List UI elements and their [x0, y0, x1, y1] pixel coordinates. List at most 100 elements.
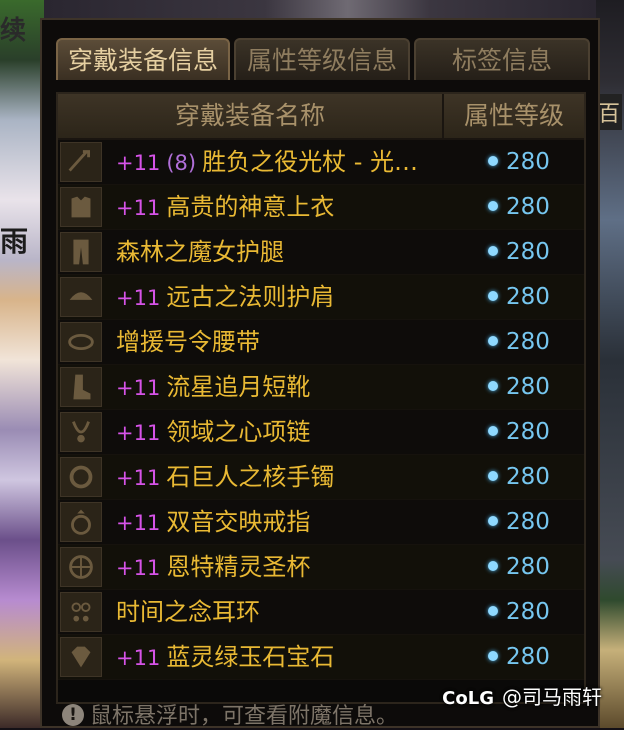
- equipment-name-text: 蓝灵绿玉石宝石: [166, 643, 335, 671]
- equipment-name-text: 时间之念耳环: [116, 598, 260, 626]
- level-dot-icon: [488, 515, 498, 526]
- background-left-text-mid: 雨: [0, 225, 29, 258]
- reinforce-level: +11: [116, 556, 161, 580]
- attribute-level-value: 280: [506, 599, 550, 625]
- tab-attribute-level[interactable]: 属性等级信息: [234, 38, 410, 80]
- equipment-list: +11 (8) 胜负之役光杖 - 光… 280 +11 高贵的神意上衣 280 森林之魔女护腿…: [58, 140, 584, 680]
- attribute-level: 280: [488, 590, 550, 634]
- level-dot-icon: [488, 335, 498, 346]
- equipment-panel: 穿戴装备信息 属性等级信息 标签信息 穿戴装备名称 属性等级 +11 (8) 胜负之…: [40, 18, 600, 730]
- support-icon[interactable]: [60, 547, 102, 587]
- equipment-row[interactable]: +11 领域之心项链 280: [58, 410, 584, 455]
- equipment-name-text: 双音交映戒指: [166, 508, 311, 536]
- table-header: 穿戴装备名称 属性等级: [58, 94, 584, 140]
- equipment-row[interactable]: 增援号令腰带 280: [58, 320, 584, 365]
- attribute-level: 280: [488, 365, 550, 409]
- equipment-row[interactable]: +11 石巨人之核手镯 280: [58, 455, 584, 500]
- attribute-level: 280: [488, 320, 550, 364]
- reinforce-level: +11: [116, 466, 161, 490]
- column-header-name[interactable]: 穿戴装备名称: [58, 94, 444, 138]
- bracelet-icon[interactable]: [60, 457, 102, 497]
- equipment-name[interactable]: +11 石巨人之核手镯: [116, 455, 436, 499]
- equipment-row[interactable]: +11 远古之法则护肩 280: [58, 275, 584, 320]
- equipment-name-text: 远古之法则护肩: [166, 283, 335, 311]
- column-header-level[interactable]: 属性等级: [444, 94, 584, 138]
- reinforce-level: +11: [116, 151, 161, 175]
- level-dot-icon: [488, 425, 498, 436]
- equipment-row[interactable]: +11 双音交映戒指 280: [58, 500, 584, 545]
- shoulder-icon[interactable]: [60, 277, 102, 317]
- attribute-level: 280: [488, 275, 550, 319]
- attribute-level: 280: [488, 455, 550, 499]
- equipment-row[interactable]: +11 高贵的神意上衣 280: [58, 185, 584, 230]
- level-dot-icon: [488, 380, 498, 391]
- level-dot-icon: [488, 245, 498, 256]
- boots-icon[interactable]: [60, 367, 102, 407]
- equipment-name[interactable]: +11 恩特精灵圣杯: [116, 545, 436, 589]
- level-dot-icon: [488, 470, 498, 481]
- attribute-level-value: 280: [506, 644, 550, 670]
- equipment-row[interactable]: +11 恩特精灵圣杯 280: [58, 545, 584, 590]
- attribute-level: 280: [488, 635, 550, 679]
- attribute-level-value: 280: [506, 284, 550, 310]
- equipment-name[interactable]: +11 高贵的神意上衣: [116, 185, 436, 229]
- level-dot-icon: [488, 650, 498, 661]
- gem-icon[interactable]: [60, 637, 102, 677]
- equipment-name-text: 增援号令腰带: [116, 328, 260, 356]
- equipment-name-text: 高贵的神意上衣: [166, 193, 335, 221]
- equipment-name[interactable]: +11 流星追月短靴: [116, 365, 436, 409]
- attribute-level: 280: [488, 500, 550, 544]
- equipment-row[interactable]: +11 (8) 胜负之役光杖 - 光… 280: [58, 140, 584, 185]
- tab-bar: 穿戴装备信息 属性等级信息 标签信息: [56, 38, 590, 80]
- attribute-level-value: 280: [506, 464, 550, 490]
- equipment-row[interactable]: 森林之魔女护腿 280: [58, 230, 584, 275]
- equipment-name-text: 恩特精灵圣杯: [166, 553, 311, 581]
- colg-logo: CoLG: [442, 688, 494, 709]
- attribute-level-value: 280: [506, 194, 550, 220]
- attribute-level-value: 280: [506, 374, 550, 400]
- top-icon[interactable]: [60, 187, 102, 227]
- level-dot-icon: [488, 155, 498, 166]
- level-dot-icon: [488, 560, 498, 571]
- equipment-name[interactable]: +11 远古之法则护肩: [116, 275, 436, 319]
- reinforce-level: +11: [116, 421, 161, 445]
- equipment-row[interactable]: +11 蓝灵绿玉石宝石 280: [58, 635, 584, 680]
- attribute-level: 280: [488, 140, 550, 184]
- ring-icon[interactable]: [60, 502, 102, 542]
- equipment-row[interactable]: 时间之念耳环 280: [58, 590, 584, 635]
- equipment-name-text: 流星追月短靴: [166, 373, 311, 401]
- equipment-name-text: 石巨人之核手镯: [166, 463, 335, 491]
- watermark: CoLG @司马雨轩: [442, 684, 602, 710]
- reinforce-level: +11: [116, 286, 161, 310]
- necklace-icon[interactable]: [60, 412, 102, 452]
- info-icon: !: [62, 704, 84, 726]
- hint-text: 鼠标悬浮时，可查看附魔信息。: [90, 704, 399, 729]
- weapon-icon[interactable]: [60, 142, 102, 182]
- equipment-name-text: 胜负之役光杖 - 光…: [202, 148, 418, 176]
- equipment-name-text: 森林之魔女护腿: [116, 238, 284, 266]
- tab-worn-equipment[interactable]: 穿戴装备信息: [56, 38, 230, 80]
- tab-tag-info[interactable]: 标签信息: [414, 38, 590, 80]
- equipment-name[interactable]: +11 蓝灵绿玉石宝石: [116, 635, 436, 679]
- level-dot-icon: [488, 200, 498, 211]
- rune-count: (8): [166, 151, 197, 175]
- equipment-name[interactable]: 时间之念耳环: [116, 590, 436, 634]
- equipment-name[interactable]: 森林之魔女护腿: [116, 230, 436, 274]
- equipment-name[interactable]: 增援号令腰带: [116, 320, 436, 364]
- equipment-name[interactable]: +11 领域之心项链: [116, 410, 436, 454]
- attribute-level: 280: [488, 185, 550, 229]
- belt-icon[interactable]: [60, 322, 102, 362]
- reinforce-level: +11: [116, 511, 161, 535]
- earring-icon[interactable]: [60, 592, 102, 632]
- equipment-name[interactable]: +11 双音交映戒指: [116, 500, 436, 544]
- attribute-level: 280: [488, 230, 550, 274]
- reinforce-level: +11: [116, 646, 161, 670]
- legs-icon[interactable]: [60, 232, 102, 272]
- reinforce-level: +11: [116, 196, 161, 220]
- attribute-level-value: 280: [506, 149, 550, 175]
- hover-hint: ! 鼠标悬浮时，可查看附魔信息。: [62, 704, 398, 730]
- equipment-name[interactable]: +11 (8) 胜负之役光杖 - 光…: [116, 140, 436, 184]
- background-left-text: 续: [0, 16, 27, 46]
- attribute-level-value: 280: [506, 239, 550, 265]
- equipment-row[interactable]: +11 流星追月短靴 280: [58, 365, 584, 410]
